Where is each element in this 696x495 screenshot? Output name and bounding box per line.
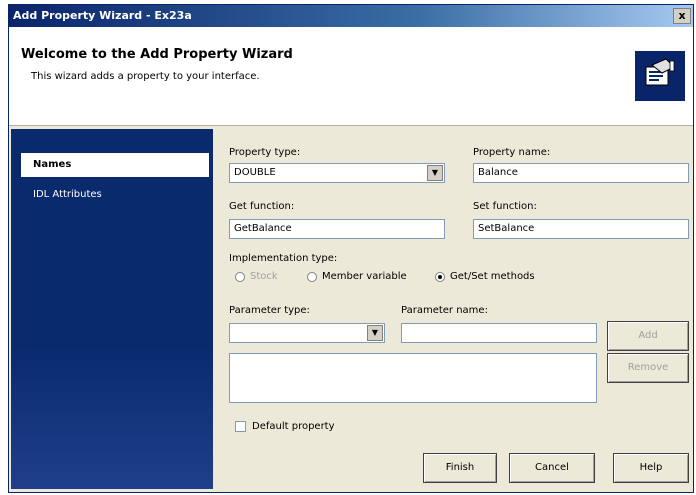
radio-get-set-methods-dot[interactable]	[435, 271, 445, 282]
help-button[interactable]: Help	[613, 453, 689, 483]
cancel-button[interactable]: Cancel	[509, 453, 595, 483]
chevron-down-icon[interactable]: ▼	[367, 325, 383, 341]
implementation-type-label: Implementation type:	[229, 253, 338, 264]
parameter-list[interactable]	[229, 353, 597, 403]
radio-get-set-methods-label: Get/Set methods	[450, 271, 535, 282]
sidebar-item-names[interactable]: Names	[21, 153, 209, 177]
radio-get-set-methods[interactable]: Get/Set methods	[435, 271, 535, 282]
parameter-type-select[interactable]: ▼	[229, 323, 385, 343]
wizard-content: Property type: DOUBLE ▼ Property name: B…	[221, 129, 691, 489]
radio-member-variable-label: Member variable	[322, 271, 407, 282]
window-title: Add Property Wizard - Ex23a	[13, 9, 192, 22]
property-type-select[interactable]: DOUBLE ▼	[229, 163, 445, 183]
radio-stock-dot	[235, 271, 245, 282]
radio-member-variable-dot[interactable]	[307, 271, 317, 282]
set-function-input[interactable]: SetBalance	[473, 219, 689, 239]
property-type-label: Property type:	[229, 147, 301, 158]
parameter-name-label: Parameter name:	[401, 305, 488, 316]
close-icon[interactable]: x	[673, 8, 691, 24]
chevron-down-icon[interactable]: ▼	[427, 165, 443, 181]
set-function-label: Set function:	[473, 201, 537, 212]
get-function-input[interactable]: GetBalance	[229, 219, 445, 239]
parameter-type-label: Parameter type:	[229, 305, 310, 316]
default-property-label: Default property	[252, 421, 335, 432]
radio-stock: Stock	[235, 271, 278, 282]
remove-button[interactable]: Remove	[607, 353, 689, 383]
wizard-sidebar: Names IDL Attributes	[11, 129, 213, 489]
add-button[interactable]: Add	[607, 321, 689, 351]
wizard-window: Add Property Wizard - Ex23a x Welcome to…	[8, 4, 694, 493]
wizard-subtitle: This wizard adds a property to your inte…	[31, 71, 260, 82]
radio-member-variable[interactable]: Member variable	[307, 271, 407, 282]
finish-button[interactable]: Finish	[423, 453, 497, 483]
sidebar-item-idl-attributes[interactable]: IDL Attributes	[21, 183, 209, 207]
default-property-checkbox[interactable]: Default property	[235, 421, 335, 432]
property-name-label: Property name:	[473, 147, 551, 158]
radio-stock-label: Stock	[250, 271, 278, 282]
default-property-box[interactable]	[235, 421, 246, 432]
wizard-properties-icon	[635, 51, 685, 101]
property-name-input[interactable]: Balance	[473, 163, 689, 183]
wizard-title: Welcome to the Add Property Wizard	[21, 47, 293, 62]
get-function-label: Get function:	[229, 201, 295, 212]
property-type-value: DOUBLE	[234, 167, 276, 178]
wizard-header: Welcome to the Add Property Wizard This …	[9, 27, 693, 126]
title-bar: Add Property Wizard - Ex23a x	[9, 5, 693, 27]
parameter-name-input[interactable]	[401, 323, 597, 343]
